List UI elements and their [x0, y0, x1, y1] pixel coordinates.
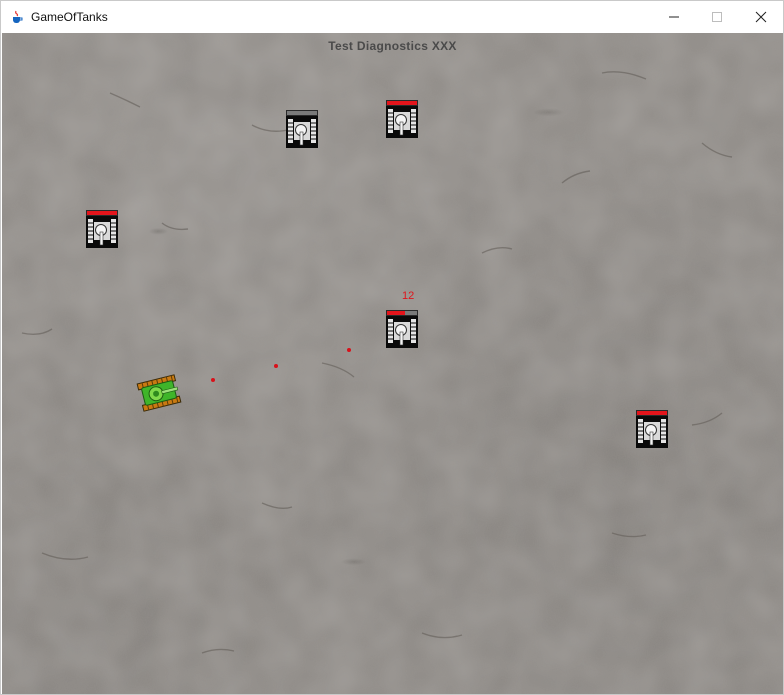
enemy-tank: [636, 410, 668, 448]
diagnostics-text: Test Diagnostics XXX: [328, 39, 457, 53]
enemy-health-fill: [637, 411, 667, 415]
minimize-icon: [669, 16, 679, 18]
game-field[interactable]: Test Diagnostics XXX 12: [2, 33, 783, 694]
enemy-tank: [386, 310, 418, 348]
game-window: GameOfTanks Test Diagnostics XXX 12: [0, 0, 784, 695]
enemy-tank: [86, 210, 118, 248]
enemy-health-fill: [87, 211, 117, 215]
enemy-health-fill: [387, 101, 417, 105]
enemy-tank: [286, 110, 318, 148]
enemy-tank: [386, 100, 418, 138]
enemy-tank-icon: [636, 416, 668, 448]
enemy-hp-number: 12: [402, 290, 415, 302]
window-title: GameOfTanks: [31, 10, 108, 24]
bullet: [347, 348, 351, 352]
enemy-health-fill: [387, 311, 405, 315]
close-icon: [755, 11, 767, 23]
title-bar[interactable]: GameOfTanks: [1, 1, 783, 33]
minimize-button[interactable]: [651, 1, 697, 33]
enemy-tank-icon: [386, 106, 418, 138]
maximize-icon: [712, 12, 722, 22]
bullet: [274, 364, 278, 368]
enemy-tank-icon: [286, 116, 318, 148]
enemy-tank-icon: [386, 316, 418, 348]
bullet: [211, 378, 215, 382]
maximize-button[interactable]: [694, 1, 740, 33]
close-button[interactable]: [738, 1, 784, 33]
enemy-tank-icon: [86, 216, 118, 248]
java-cup-icon: [10, 10, 24, 24]
green-tank-icon: [136, 374, 182, 412]
